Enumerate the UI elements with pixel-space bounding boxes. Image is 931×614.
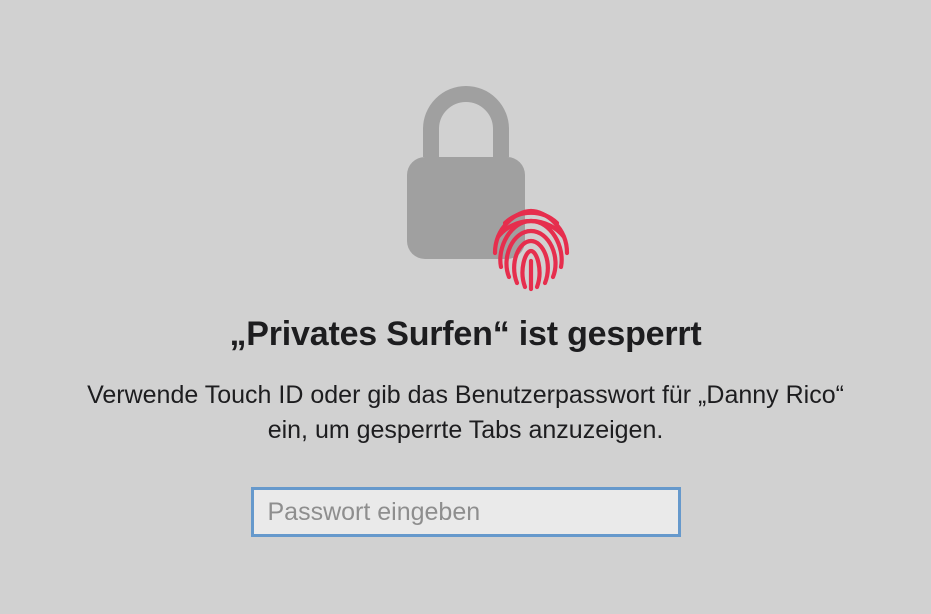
dialog-subtitle: Verwende Touch ID oder gib das Benutzerp… (76, 378, 856, 447)
password-input[interactable] (251, 487, 681, 537)
unlock-dialog: „Privates Surfen“ ist gesperrt Verwende … (0, 77, 931, 537)
fingerprint-icon (483, 197, 579, 293)
lock-fingerprint-illustration (371, 77, 561, 287)
dialog-title: „Privates Surfen“ ist gesperrt (229, 315, 701, 354)
